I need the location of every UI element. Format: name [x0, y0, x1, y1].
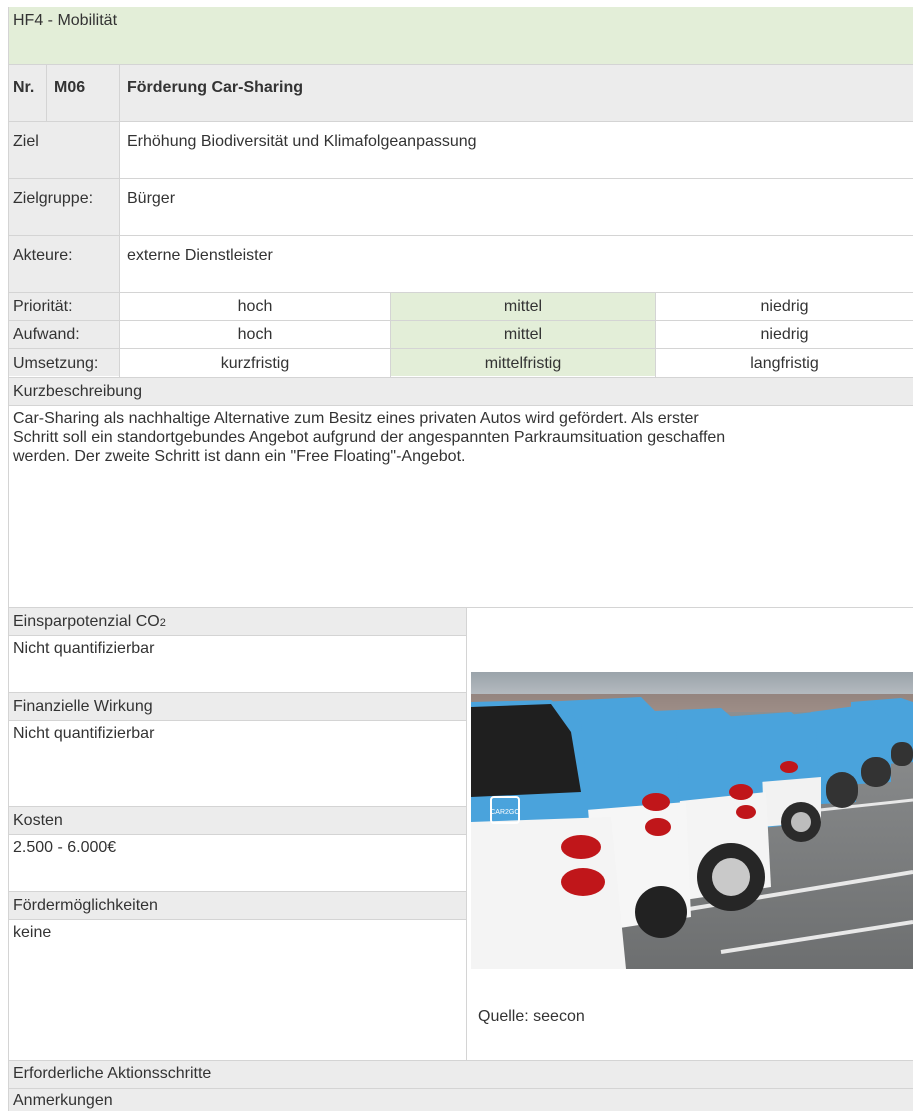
kosten-label: Kosten — [13, 812, 63, 829]
akteure-value: externe Dienstleister — [127, 247, 273, 264]
prioritaet-option-hoch: hoch — [237, 298, 273, 315]
foerdermoeglichkeiten-label: Fördermöglichkeiten — [13, 897, 158, 914]
anmerkungen-label: Anmerkungen — [13, 1092, 113, 1109]
aufwand-label: Aufwand: — [13, 326, 80, 343]
aufwand-option-hoch: hoch — [237, 326, 273, 343]
section-title: HF4 - Mobilität — [13, 12, 118, 29]
kurzbeschreibung-label: Kurzbeschreibung — [13, 383, 142, 400]
kurzbeschreibung-line: Schritt soll ein standortgebundes Angebo… — [13, 429, 726, 446]
umsetzung-option-mittelfristig: mittelfristig — [484, 355, 562, 372]
einsparpotenzial-value: Nicht quantifizierbar — [13, 640, 155, 657]
prioritaet-label: Priorität: — [13, 298, 73, 315]
header-band — [8, 7, 913, 64]
zielgruppe-value: Bürger — [127, 190, 176, 207]
aktionsschritte-label: Erforderliche Aktionsschritte — [13, 1065, 212, 1082]
nr-label: Nr. — [13, 79, 35, 96]
carsharing-photo: CAR2GO — [471, 672, 913, 969]
kosten-band — [8, 806, 466, 834]
kosten-value: 2.500 - 6.000€ — [13, 839, 117, 856]
finanzielle-wirkung-value: Nicht quantifizierbar — [13, 725, 155, 742]
car-badge: CAR2GO — [490, 809, 520, 816]
measure-title: Förderung Car-Sharing — [127, 79, 304, 96]
akteure-label: Akteure: — [13, 247, 73, 264]
umsetzung-label: Umsetzung: — [13, 355, 99, 372]
kurzbeschreibung-band — [8, 377, 913, 405]
einsparpotenzial-label: Einsparpotenzial CO2 — [13, 613, 166, 630]
prioritaet-option-niedrig: niedrig — [760, 298, 809, 315]
finanzielle-wirkung-label: Finanzielle Wirkung — [13, 698, 153, 715]
kurzbeschreibung-line: Car-Sharing als nachhaltige Alternative … — [13, 410, 699, 427]
ziel-value: Erhöhung Biodiversität und Klimafolgeanp… — [127, 133, 477, 150]
kurzbeschreibung-text: Car-Sharing als nachhaltige Alternative … — [13, 409, 913, 466]
zielgruppe-label: Zielgruppe: — [13, 190, 94, 207]
prioritaet-option-mittel: mittel — [503, 298, 543, 315]
kurzbeschreibung-line: werden. Der zweite Schritt ist dann ein … — [13, 448, 466, 465]
aufwand-option-niedrig: niedrig — [760, 326, 809, 343]
foerdermoeglichkeiten-value: keine — [13, 924, 52, 941]
measure-code: M06 — [54, 79, 86, 96]
aufwand-option-mittel: mittel — [503, 326, 543, 343]
umsetzung-option-langfristig: langfristig — [750, 355, 819, 372]
ziel-label: Ziel — [13, 133, 39, 150]
umsetzung-option-kurzfristig: kurzfristig — [220, 355, 290, 372]
photo-caption: Quelle: seecon — [478, 1008, 585, 1025]
